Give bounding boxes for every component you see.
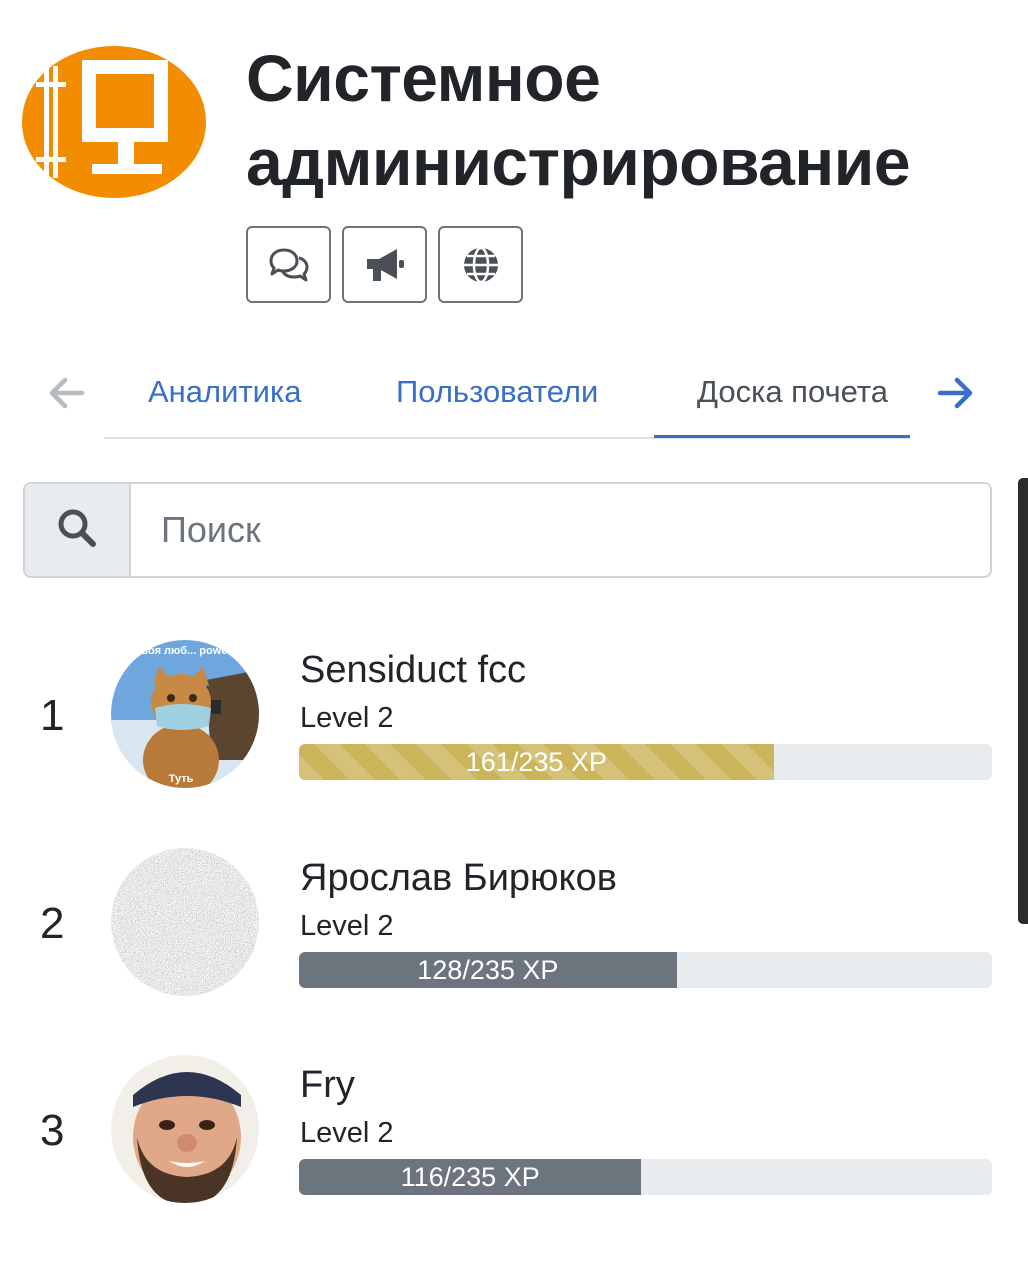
noise-avatar-svg <box>111 848 259 996</box>
globe-icon <box>461 245 501 285</box>
user-level: Level 2 <box>300 910 394 942</box>
user-name[interactable]: Ярослав Бирюков <box>300 854 617 902</box>
xp-label: 116/235 XP <box>400 1161 540 1192</box>
chat-icon <box>267 247 311 283</box>
xp-progress-fill: 116/235 XP <box>299 1159 642 1195</box>
arrow-left-icon[interactable] <box>46 372 88 414</box>
avatar-caption-top: ...где твоя люб... powershell? <box>111 645 259 657</box>
user-name[interactable]: Fry <box>300 1061 355 1109</box>
user-level: Level 2 <box>300 702 394 734</box>
user-name[interactable]: Sensiduct fcc <box>300 646 526 694</box>
header-actions <box>246 226 523 303</box>
search-addon[interactable] <box>25 484 131 576</box>
xp-progress-bar: 161/235 XP <box>299 744 992 780</box>
xp-progress-bar: 128/235 XP <box>299 952 992 988</box>
avatar-caption-bottom: Туть <box>169 773 194 785</box>
leaderboard-row[interactable]: 1 ...где твоя люб... powershell? Туть Se… <box>0 640 1028 800</box>
avatar <box>111 1055 259 1203</box>
avatar: ...где твоя люб... powershell? Туть <box>111 640 259 788</box>
megaphone-icon <box>363 245 407 285</box>
website-button[interactable] <box>438 226 523 303</box>
active-tab-indicator <box>654 435 910 438</box>
announcement-button[interactable] <box>342 226 427 303</box>
tabs-bar: Аналитика Пользователи Доска почета <box>0 352 1028 442</box>
tab-users[interactable]: Пользователи <box>396 372 598 412</box>
tab-analytics[interactable]: Аналитика <box>148 372 301 412</box>
chat-button[interactable] <box>246 226 331 303</box>
leaderboard-row[interactable]: 3 Fry Level 2 116/235 XP <box>0 1055 1028 1215</box>
user-level: Level 2 <box>300 1117 394 1149</box>
leaderboard-row[interactable]: 2 Ярослав Бирюков Level 2 128/235 XP <box>0 848 1028 1008</box>
arrow-right-icon[interactable] <box>934 372 976 414</box>
xp-label: 128/235 XP <box>417 954 559 985</box>
rank: 2 <box>40 899 65 948</box>
xp-progress-fill: 161/235 XP <box>299 744 774 780</box>
tab-honor-board[interactable]: Доска почета <box>697 372 888 412</box>
search-icon <box>55 506 99 555</box>
page: Системное администрирование Аналитика По… <box>0 0 1028 1280</box>
xp-label: 161/235 XP <box>465 746 607 777</box>
rank: 3 <box>40 1106 65 1155</box>
search-group <box>23 482 992 578</box>
search-input[interactable] <box>131 484 990 576</box>
page-title: Системное администрирование <box>246 41 911 199</box>
scrollbar[interactable] <box>1018 478 1028 924</box>
avatar <box>111 848 259 996</box>
monitor-icon <box>22 46 206 198</box>
xp-progress-bar: 116/235 XP <box>299 1159 992 1195</box>
xp-progress-fill: 128/235 XP <box>299 952 677 988</box>
rank: 1 <box>40 691 65 740</box>
